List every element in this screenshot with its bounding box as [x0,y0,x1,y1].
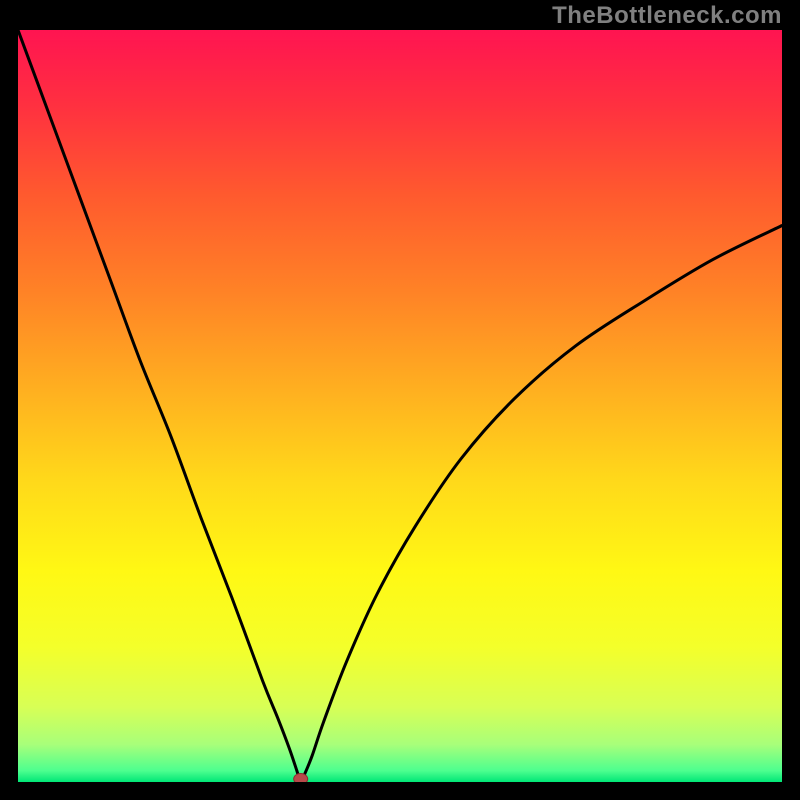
chart-svg [18,30,782,782]
optimal-point-marker [294,774,308,783]
gradient-background [18,30,782,782]
watermark-text: TheBottleneck.com [552,2,782,30]
plot-area [18,30,782,782]
chart-container: TheBottleneck.com [0,0,800,800]
